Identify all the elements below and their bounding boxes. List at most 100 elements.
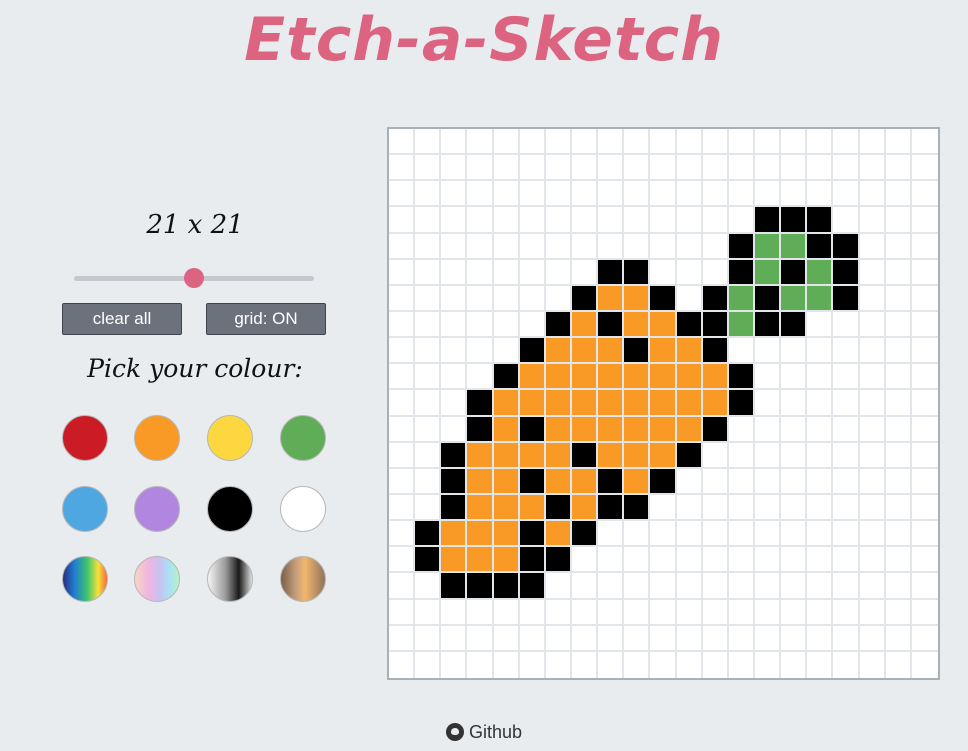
grid-cell[interactable] (911, 626, 938, 652)
grid-cell[interactable] (493, 494, 520, 522)
grid-cell[interactable] (598, 364, 625, 391)
grid-cell[interactable] (545, 233, 572, 260)
grid-cell[interactable] (885, 285, 912, 312)
rainbow-swatch[interactable] (62, 556, 108, 602)
grid-cell[interactable] (441, 442, 468, 469)
grid-cell[interactable] (833, 442, 860, 469)
grid-cell[interactable] (702, 599, 729, 626)
grid-cell[interactable] (650, 390, 677, 417)
grid-cell[interactable] (415, 181, 442, 208)
grid-cell[interactable] (807, 181, 834, 208)
grid-cell[interactable] (624, 625, 651, 652)
grid-cell[interactable] (415, 521, 442, 548)
grid-cell[interactable] (833, 521, 860, 548)
grid-cell[interactable] (702, 442, 729, 469)
grid-cell[interactable] (650, 442, 677, 469)
grid-cell[interactable] (441, 338, 468, 365)
grid-cell[interactable] (598, 285, 625, 312)
grid-cell[interactable] (467, 651, 494, 678)
grid-cell[interactable] (624, 155, 651, 182)
grid-cell[interactable] (519, 442, 546, 469)
grid-cell[interactable] (781, 573, 808, 600)
grid-cell[interactable] (885, 599, 912, 626)
grid-cell[interactable] (493, 547, 520, 574)
grid-cell[interactable] (859, 311, 886, 339)
grid-cell[interactable] (493, 599, 520, 626)
grid-cell[interactable] (781, 285, 808, 312)
grid-cell[interactable] (677, 651, 703, 678)
grid-cell[interactable] (624, 442, 651, 469)
grid-cell[interactable] (885, 155, 912, 182)
purple-swatch[interactable] (134, 486, 180, 532)
grid-cell[interactable] (545, 181, 572, 208)
grid-cell[interactable] (702, 285, 729, 312)
grid-cell[interactable] (728, 468, 755, 495)
grid-cell[interactable] (389, 207, 416, 234)
black-swatch[interactable] (207, 486, 253, 532)
sketch-board[interactable] (387, 127, 940, 680)
grid-cell[interactable] (754, 259, 782, 286)
grid-cell[interactable] (467, 233, 494, 260)
grid-cell[interactable] (519, 311, 546, 339)
grid-cell[interactable] (545, 494, 572, 522)
grid-cell[interactable] (493, 181, 520, 208)
grid-cell[interactable] (415, 625, 442, 652)
grid-cell[interactable] (389, 155, 416, 182)
grid-cell[interactable] (859, 547, 886, 574)
grid-cell[interactable] (833, 129, 860, 156)
grid-cell[interactable] (728, 364, 755, 391)
grid-cell[interactable] (441, 416, 468, 443)
grid-cell[interactable] (807, 338, 834, 365)
grid-cell[interactable] (571, 625, 599, 652)
grid-cell[interactable] (859, 129, 886, 156)
grid-cell[interactable] (467, 311, 494, 339)
grid-cell[interactable] (781, 259, 808, 286)
grid-cell[interactable] (415, 207, 442, 234)
pastel-swatch[interactable] (134, 556, 180, 602)
grid-cell[interactable] (807, 259, 834, 286)
grid-cell[interactable] (807, 547, 834, 574)
grid-cell[interactable] (728, 442, 755, 469)
grid-cell[interactable] (467, 468, 494, 495)
grid-cell[interactable] (467, 599, 494, 626)
grid-cell[interactable] (754, 233, 782, 260)
grid-cell[interactable] (415, 442, 442, 469)
grid-cell[interactable] (807, 129, 834, 156)
grid-cell[interactable] (676, 364, 703, 391)
grid-cell[interactable] (598, 416, 625, 443)
grid-cell[interactable] (833, 468, 860, 495)
grid-cell[interactable] (519, 547, 546, 574)
grid-cell[interactable] (702, 416, 729, 443)
grid-cell[interactable] (415, 155, 442, 182)
grid-cell[interactable] (885, 259, 912, 286)
grid-cell[interactable] (624, 233, 651, 260)
grid-cell[interactable] (859, 573, 886, 600)
grid-cell[interactable] (702, 573, 729, 600)
grid-cell[interactable] (624, 285, 651, 312)
grid-cell[interactable] (885, 573, 912, 600)
grid-cell[interactable] (441, 547, 468, 574)
grid-cell[interactable] (702, 625, 729, 652)
green-swatch[interactable] (280, 415, 326, 461)
grid-cell[interactable] (650, 311, 677, 339)
grid-cell[interactable] (441, 129, 468, 156)
grid-cell[interactable] (781, 416, 808, 443)
grid-cell[interactable] (859, 233, 886, 260)
grid-cell[interactable] (781, 547, 808, 574)
grid-cell[interactable] (571, 442, 599, 469)
grid-cell[interactable] (545, 599, 572, 626)
grid-cell[interactable] (807, 625, 834, 652)
grid-cell[interactable] (702, 338, 729, 365)
grid-cell[interactable] (781, 311, 808, 339)
grid-cell[interactable] (571, 233, 599, 260)
grid-cell[interactable] (807, 233, 834, 260)
grid-size-slider[interactable] (74, 268, 314, 288)
grid-cell[interactable] (519, 129, 546, 156)
grid-cell[interactable] (676, 285, 703, 312)
grid-cell[interactable] (859, 442, 886, 469)
grid-cell[interactable] (624, 468, 651, 495)
grid-cell[interactable] (833, 285, 860, 312)
grid-cell[interactable] (415, 494, 442, 522)
grid-cell[interactable] (728, 233, 755, 260)
grid-cell[interactable] (728, 599, 755, 626)
